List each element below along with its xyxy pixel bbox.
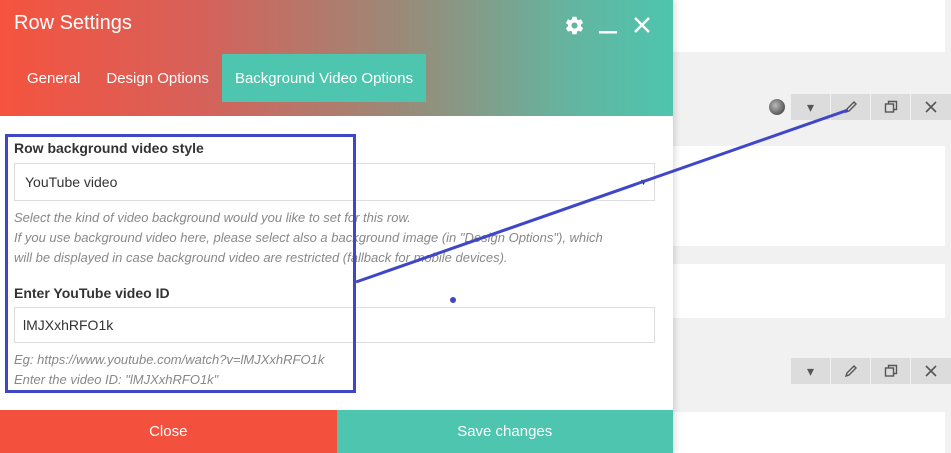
row-dropdown-button[interactable]: ▾ [791,94,831,120]
pencil-icon [844,101,857,114]
copy-icon [884,100,897,113]
tab-background-video-options[interactable]: Background Video Options [221,54,427,102]
row-edit-button[interactable] [831,94,871,120]
modal-footer: Close Save changes [0,410,673,453]
chevron-down-icon: ▼ [639,177,648,187]
header-icons [563,14,653,36]
video-style-label: Row background video style [14,140,204,156]
chevron-down-icon: ▾ [806,98,815,115]
row-dropdown-button[interactable]: ▾ [791,358,831,384]
background-card [673,146,945,246]
row-clone-button[interactable] [871,358,911,384]
background-card [673,0,945,52]
row-edit-button[interactable] [831,358,871,384]
pencil-icon [844,365,857,378]
help-line: Eg: https://www.youtube.com/watch?v=lMJX… [14,352,325,367]
save-changes-button[interactable]: Save changes [336,410,673,453]
tab-design-options[interactable]: Design Options [93,54,222,102]
minimize-icon [599,31,617,34]
minimize-button[interactable] [597,14,619,36]
modal-body: Row background video style YouTube video… [0,116,673,409]
avatar [769,99,785,115]
close-icon [634,17,650,33]
tab-general[interactable]: General [14,54,93,102]
row-toolbar-2: ▾ [673,357,951,385]
help-line: If you use background video here, please… [14,230,603,245]
help-line: Select the kind of video background woul… [14,210,411,225]
background-card [673,264,945,318]
help-line: will be displayed in case background vid… [14,250,508,265]
row-settings-modal: Row Settings General Design Options Back… [0,0,673,453]
close-icon [925,101,937,113]
tab-bar: General Design Options Background Video … [14,54,427,102]
settings-button[interactable] [563,14,585,36]
copy-icon [884,364,897,377]
video-style-select[interactable]: YouTube video ▼ [14,163,655,201]
chevron-down-icon: ▾ [806,362,815,379]
gear-icon [565,16,583,34]
close-button[interactable]: Close [0,410,337,453]
youtube-id-input[interactable]: lMJXxhRFO1k [14,307,655,343]
close-modal-button[interactable] [631,14,653,36]
youtube-id-label: Enter YouTube video ID [14,285,170,301]
row-delete-button[interactable] [911,358,951,384]
modal-header: Row Settings General Design Options Back… [0,0,673,116]
row-delete-button[interactable] [911,94,951,120]
row-clone-button[interactable] [871,94,911,120]
background-card [673,412,945,453]
youtube-id-help: Eg: https://www.youtube.com/watch?v=lMJX… [14,350,654,390]
youtube-id-value: lMJXxhRFO1k [23,317,114,333]
close-icon [925,365,937,377]
modal-title: Row Settings [14,12,132,34]
video-style-help: Select the kind of video background woul… [14,208,654,268]
row-toolbar-1: ▾ [673,93,951,121]
help-line: Enter the video ID: "lMJXxhRFO1k" [14,372,219,387]
video-style-value: YouTube video [25,174,118,190]
